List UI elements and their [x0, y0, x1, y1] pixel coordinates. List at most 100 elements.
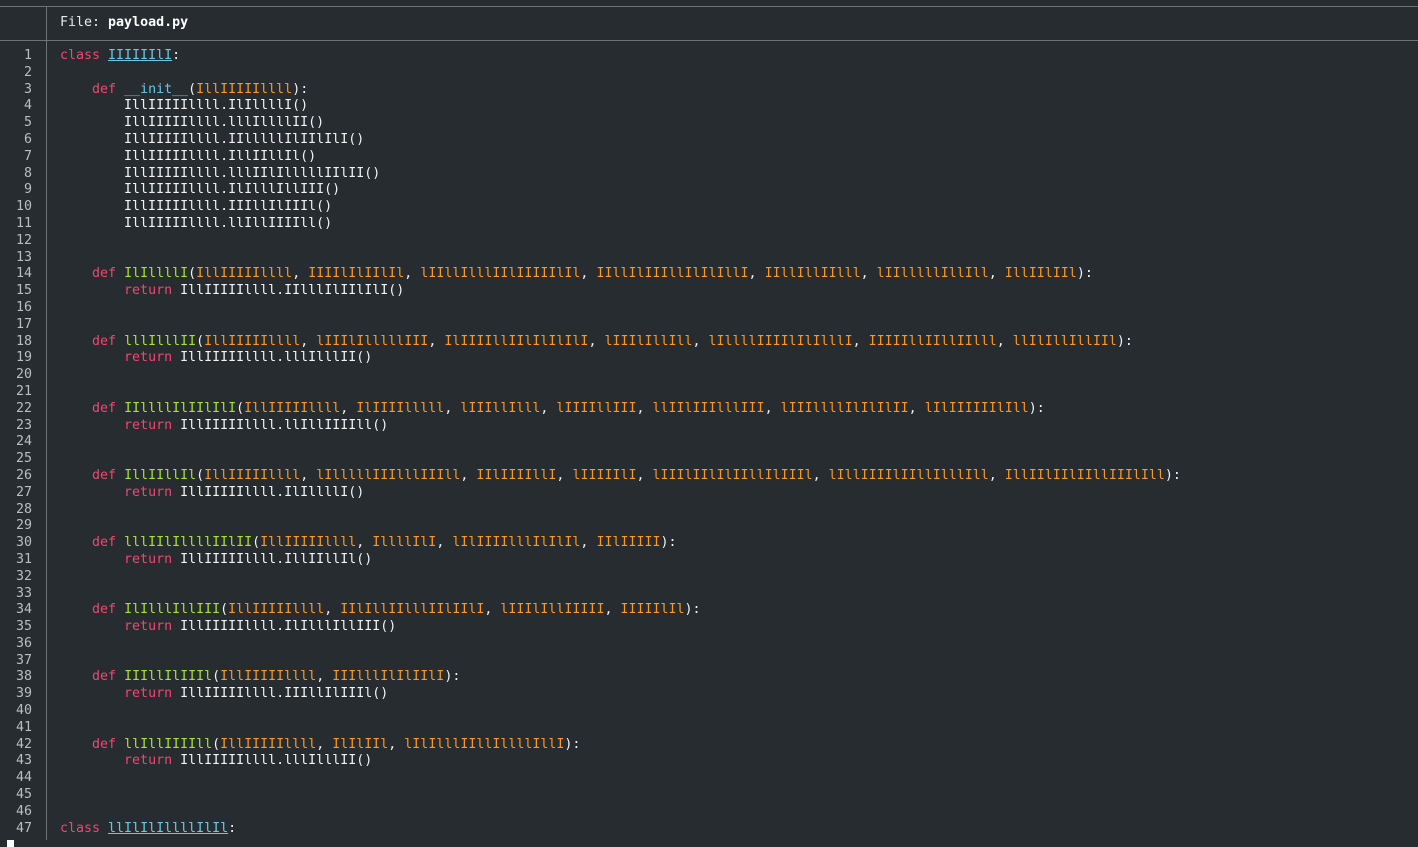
text-token: ( [188, 266, 197, 282]
line-number: 11 [15, 215, 32, 231]
line-number: 35 [15, 619, 32, 635]
text-token: , [588, 333, 605, 349]
parameter-token: IIlIIIII [596, 535, 661, 551]
line-number: 31 [15, 551, 32, 567]
parameter-token: IllIIlIIlIIllIIIlIll [1004, 467, 1165, 483]
parameter-token: IllIIIIIllll [244, 400, 341, 416]
header-gutter [0, 7, 46, 40]
line-source: IllIIIIIllll.llIllIIIIll() [60, 216, 332, 233]
code-line: 42 def llIllIIIIll(IllIIIIIllll, IlIlIIl… [0, 737, 1418, 754]
text-token: , [604, 602, 621, 618]
line-number: 34 [15, 602, 32, 618]
line-source: return IllIIIIIllll.lllIlllII() [60, 350, 372, 367]
line-number: 40 [15, 703, 32, 719]
code-line: 26 def IllIIllIl(IllIIIIIllll, lIlllllII… [0, 468, 1418, 485]
line-source: def IIllllIlIIlIlI(IllIIIIIllll, IlIIIIl… [60, 401, 1045, 418]
parameter-token: lIIIllllIlIlIlII [780, 400, 909, 416]
dunder-token: __init__ [124, 81, 189, 97]
text-token: IllIIIIIllll.lllIllllII() [60, 115, 325, 131]
text-token: , [428, 333, 445, 349]
text-token: , [580, 535, 597, 551]
code-line: 14 def IlIllllI(IllIIIIIllll, IIIIlIlIIl… [0, 266, 1418, 283]
line-source: return IllIIIIIllll.lllIlllII() [60, 753, 372, 770]
keyword-token: def [92, 669, 125, 685]
parameter-token: IllIIIIIllll [204, 467, 301, 483]
text-token: , [300, 333, 317, 349]
line-number: 47 [15, 820, 32, 836]
line-number: 9 [23, 182, 32, 198]
code-line: 39 return IllIIIIIllll.IIIllIlIIIl() [0, 686, 1418, 703]
parameter-token: IlIIIIllIIlIlIlIlI [444, 333, 589, 349]
keyword-token: def [92, 333, 125, 349]
text-token: , [908, 400, 925, 416]
line-number: 29 [15, 518, 32, 534]
text-token: ( [188, 81, 197, 97]
code-line: 30 def lllIIlIllllIIlII(IllIIIIIllll, Il… [0, 535, 1418, 552]
text-token: ( [220, 602, 229, 618]
line-number: 8 [23, 165, 32, 181]
text-token: IllIIIIIllll.IlIlllIllIII() [180, 619, 397, 635]
line-number: 46 [15, 803, 32, 819]
line-source: def IIIllIlIIIl(IllIIIIIllll, IIIlllIlIl… [60, 669, 460, 686]
text-token: : [228, 820, 237, 836]
code-line: 31 return IllIIIIIllll.IllIIllIl() [0, 552, 1418, 569]
text-cursor [7, 840, 14, 847]
text-token: ( [196, 333, 205, 349]
code-line: 40 [0, 703, 1418, 720]
keyword-token: def [92, 602, 125, 618]
code-line: 24 [0, 434, 1418, 451]
text-token: IllIIIIIllll.IlIllllI() [180, 484, 365, 500]
function-name-token: llIllIIIIll [124, 736, 213, 752]
line-number: 3 [23, 81, 32, 97]
parameter-token: IllIIIIIllll [220, 736, 317, 752]
text-token: ): [1028, 400, 1045, 416]
line-source: return IllIIIIIllll.IlIlllIllIII() [60, 619, 396, 636]
parameter-token: lIIllIlllIIlIIIIIlIl [420, 266, 581, 282]
line-number: 25 [15, 451, 32, 467]
code-line: 12 [0, 233, 1418, 250]
keyword-token: return [124, 350, 181, 366]
line-source: def IlIllllI(IllIIIIIllll, IIIIlIlIIlIl,… [60, 266, 1093, 283]
text-token: ( [236, 400, 245, 416]
text-token: , [300, 467, 317, 483]
text-token: , [556, 467, 573, 483]
code-line: 6 IllIIIIIllll.IIlllllIlIIlIlI() [0, 132, 1418, 149]
keyword-token: return [124, 283, 181, 299]
text-token: , [580, 266, 597, 282]
line-source: class IIIIIIlI: [60, 48, 180, 65]
parameter-token: IIIIIllIIllIIlll [868, 333, 997, 349]
text-token: IllIIIIIllll.lllIlllII() [180, 350, 373, 366]
code-line: 3 def __init__(IllIIIIIllll): [0, 82, 1418, 99]
text-token: ( [212, 736, 221, 752]
keyword-token: return [124, 417, 181, 433]
code-line: 46 [0, 804, 1418, 821]
code-line: 16 [0, 300, 1418, 317]
function-name-token: IlIlllIllIII [124, 602, 221, 618]
parameter-token: IllIIIIIllll [220, 669, 317, 685]
code-line: 45 [0, 787, 1418, 804]
text-token: IllIIIIIllll.IlIllllI() [60, 98, 309, 114]
keyword-token: def [92, 535, 125, 551]
keyword-token: class [60, 48, 109, 63]
keyword-token: def [92, 467, 125, 483]
line-number: 26 [15, 467, 32, 483]
parameter-token: lIIIllIlll [460, 400, 541, 416]
line-number: 45 [15, 787, 32, 803]
parameter-token: lIIlllllIllIll [876, 266, 989, 282]
code-line: 2 [0, 65, 1418, 82]
code-line: 11 IllIIIIIllll.llIllIIIIll() [0, 216, 1418, 233]
line-source: IllIIIIIllll.lllIIlIlllllIIlII() [60, 166, 380, 183]
line-number: 1 [23, 48, 32, 63]
function-name-token: IlIllllI [124, 266, 189, 282]
text-token: ( [196, 467, 205, 483]
line-number: 44 [15, 770, 32, 786]
code-area[interactable]: 1 class IIIIIIlI: 2 3 def __init__(IllIIIII… [0, 48, 1418, 837]
